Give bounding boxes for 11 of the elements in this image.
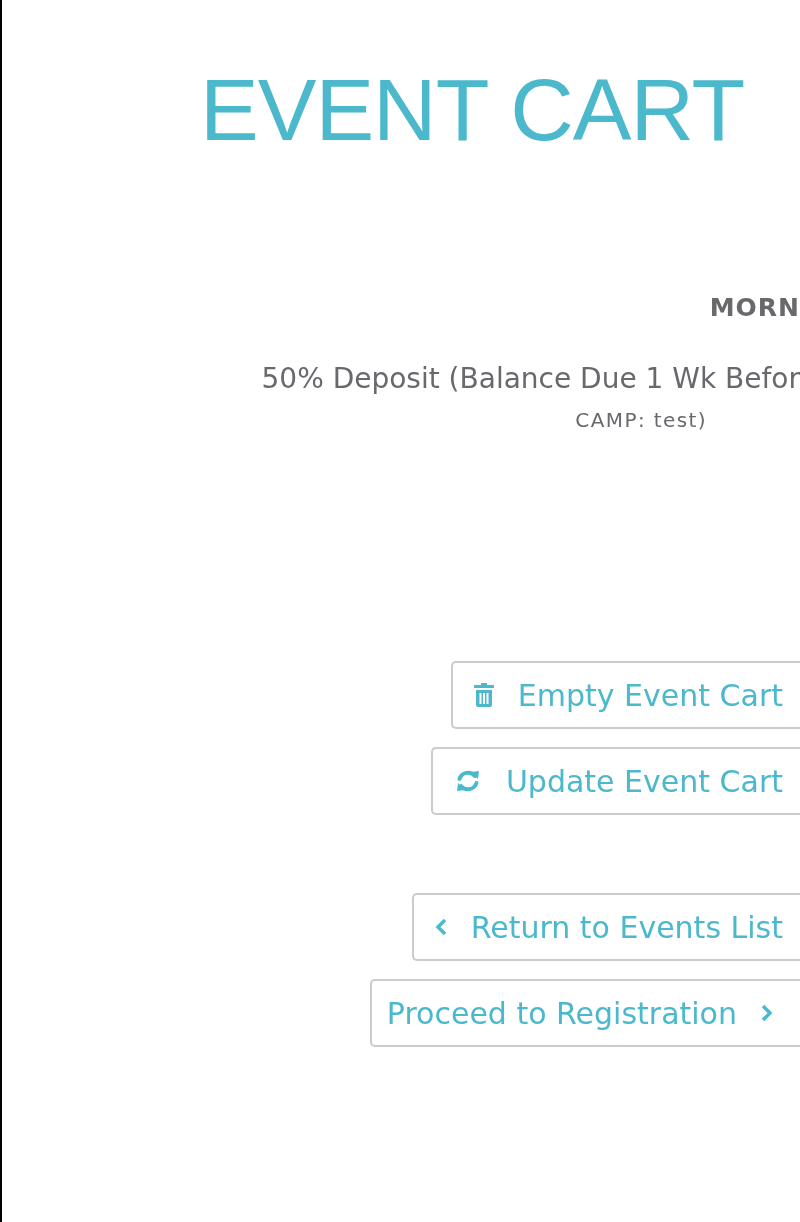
event-description: 50% Deposit (Balance Due 1 Wk Befor — [261, 362, 800, 396]
update-cart-button[interactable]: Update Event Cart — [430, 747, 800, 815]
proceed-button[interactable]: Proceed to Registration — [369, 979, 800, 1047]
event-description-continued: CAMP: test) — [575, 407, 707, 433]
chevron-right-icon — [761, 1004, 773, 1022]
chevron-left-icon — [434, 918, 447, 936]
return-button[interactable]: Return to Events List — [411, 893, 800, 961]
page-title: EVENT CART — [200, 62, 746, 158]
event-name: MORN — [709, 293, 800, 323]
trash-icon — [473, 683, 494, 707]
empty-cart-button[interactable]: Empty Event Cart — [450, 661, 800, 729]
